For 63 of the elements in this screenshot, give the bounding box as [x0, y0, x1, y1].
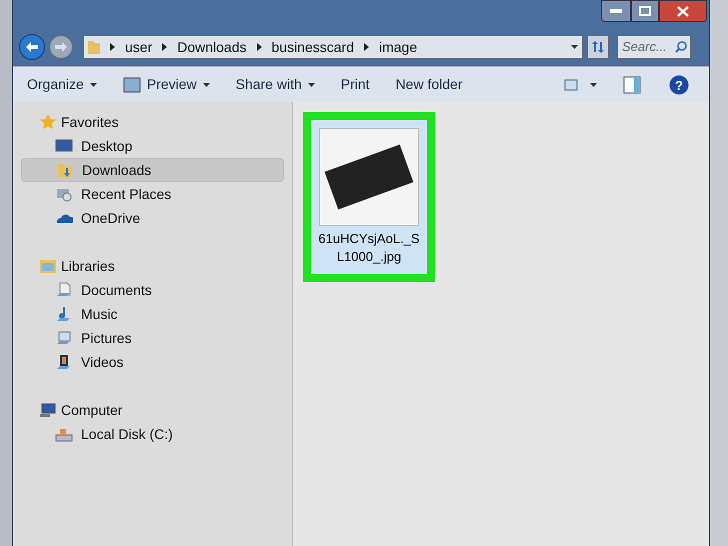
nav-item[interactable]: Recent Places — [21, 182, 284, 206]
file-name: 61uHCYsjAoL._SL1000_.jpg — [317, 230, 421, 266]
library-icon — [39, 258, 57, 274]
toolbar-button[interactable]: Print — [340, 74, 370, 95]
monitor-icon — [55, 138, 73, 154]
view-options-icon — [564, 78, 578, 90]
picture-icon — [122, 76, 141, 92]
film-icon — [55, 354, 73, 370]
nav-group-header[interactable]: Computer — [13, 398, 292, 422]
chevron-right-icon — [110, 43, 115, 51]
close-icon — [677, 6, 689, 16]
breadcrumb-segment[interactable]: businesscard — [272, 36, 354, 58]
minimize-icon — [610, 9, 622, 13]
refresh-button[interactable] — [587, 35, 609, 59]
caret-icon — [571, 45, 578, 49]
toolbar-button[interactable]: Organize — [27, 74, 97, 95]
maximize-icon — [639, 6, 651, 16]
back-button[interactable] — [19, 34, 45, 60]
forward-button[interactable] — [49, 35, 73, 59]
nav-item[interactable]: Pictures — [21, 326, 284, 350]
caret-icon — [202, 82, 210, 86]
recent-places-icon — [55, 186, 73, 202]
search-icon — [675, 40, 687, 53]
nav-item[interactable]: Videos — [21, 350, 284, 374]
maximize-button[interactable] — [631, 0, 659, 22]
address-bar[interactable]: user Downloads businesscard image — [83, 35, 583, 59]
drive-icon — [55, 426, 73, 442]
computer-icon — [39, 402, 57, 418]
breadcrumb-segment[interactable]: user — [125, 36, 152, 58]
nav-item[interactable]: Documents — [21, 278, 284, 302]
toolbar-button[interactable]: Preview — [122, 74, 210, 95]
caret-icon — [90, 82, 97, 86]
folder-icon — [88, 39, 100, 55]
chevron-right-icon — [162, 43, 168, 51]
help-icon: ? — [669, 74, 689, 94]
preview-pane-icon — [623, 76, 641, 94]
refresh-arrows-icon — [591, 41, 605, 53]
caret-icon — [590, 82, 597, 86]
nav-item[interactable]: Local Disk (C:) — [21, 422, 284, 446]
nav-item[interactable]: Downloads — [21, 158, 284, 182]
nav-group-header[interactable]: Libraries — [13, 254, 292, 278]
nav-item[interactable]: Music — [21, 302, 284, 326]
nav-item[interactable]: Desktop — [21, 134, 284, 158]
minimize-button[interactable] — [601, 0, 631, 22]
file-item[interactable]: 61uHCYsjAoL._SL1000_.jpg — [303, 112, 435, 282]
chevron-right-icon — [364, 43, 369, 51]
folder-arrow-icon — [56, 162, 74, 178]
nav-group-header[interactable]: Favorites — [13, 110, 292, 134]
document-icon — [55, 282, 73, 298]
picture-icon — [55, 330, 73, 346]
toolbar-button[interactable]: Share with — [236, 74, 315, 95]
arrow-right-icon — [55, 42, 67, 52]
nav-item[interactable]: OneDrive — [21, 206, 284, 230]
arrow-left-icon — [26, 42, 38, 52]
breadcrumb-segment[interactable]: image — [379, 36, 418, 58]
chevron-right-icon — [256, 43, 262, 51]
music-note-icon — [55, 306, 73, 322]
close-button[interactable] — [659, 0, 707, 22]
toolbar-button[interactable]: New folder — [396, 74, 462, 95]
star-icon — [39, 114, 57, 130]
caret-icon — [308, 82, 315, 86]
breadcrumb-segment[interactable]: Downloads — [177, 36, 246, 58]
search-field[interactable]: Searc... — [617, 34, 691, 59]
